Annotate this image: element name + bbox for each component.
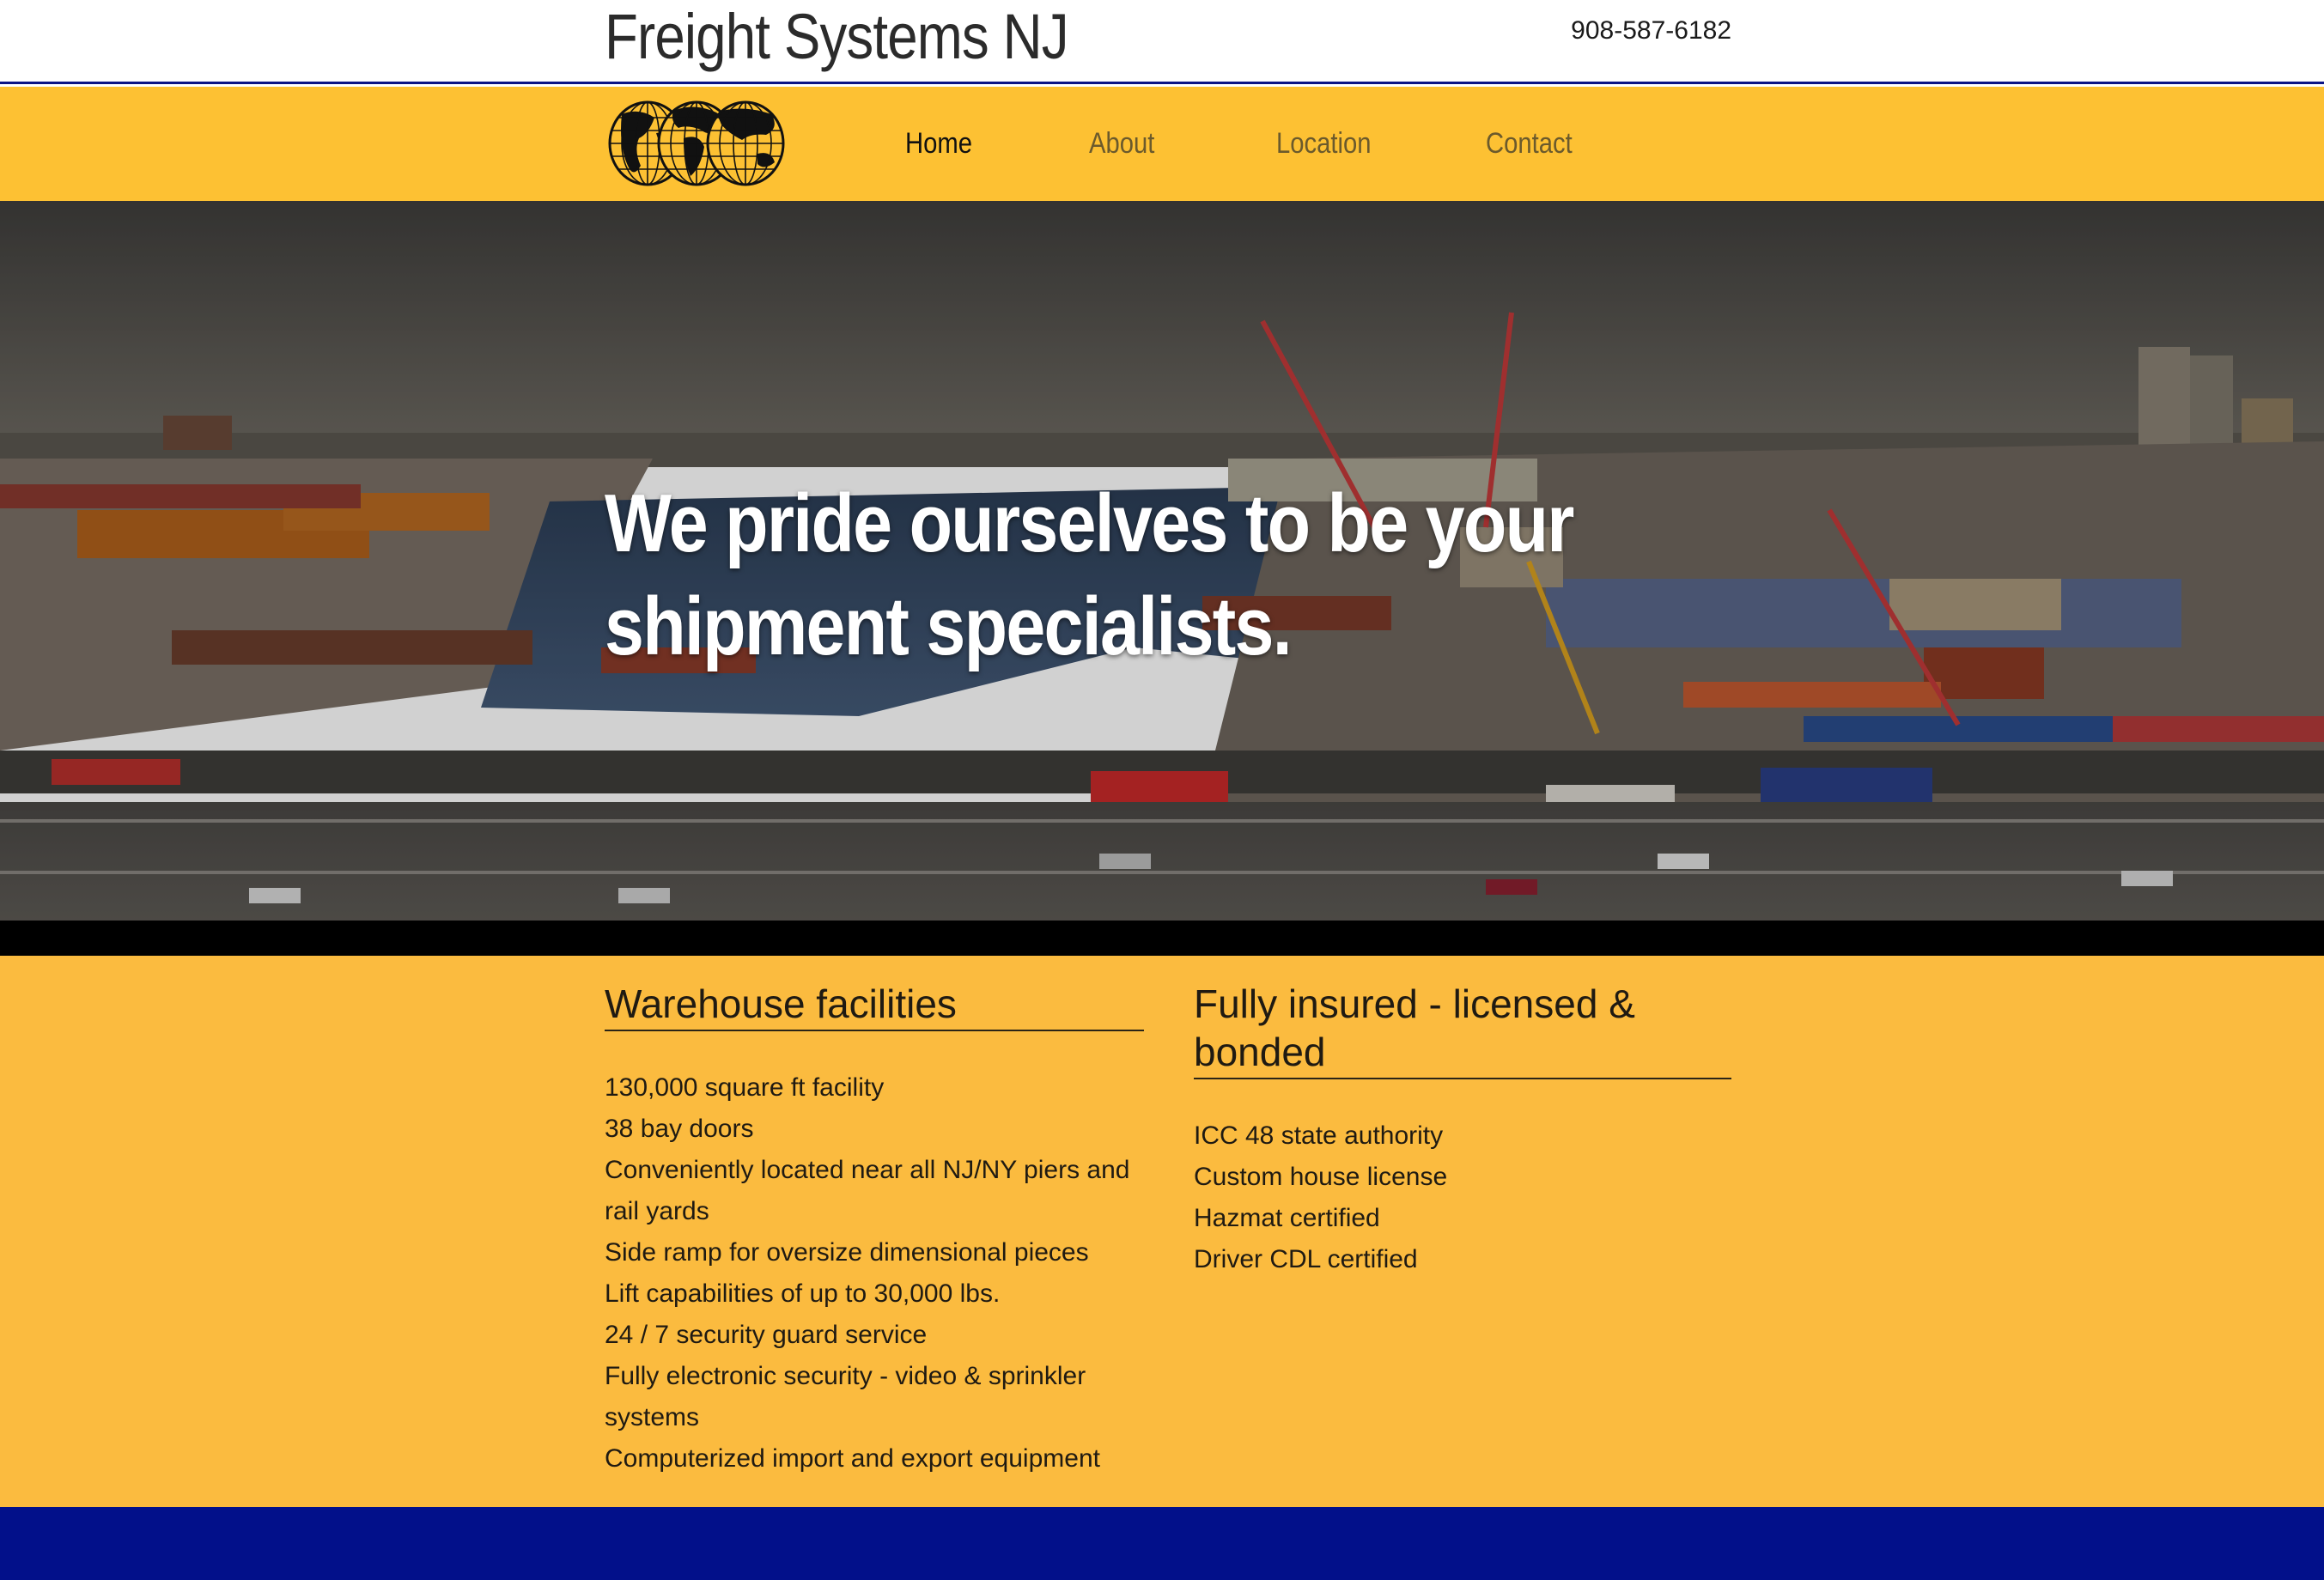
site-title[interactable]: Freight Systems NJ bbox=[605, 2, 1069, 72]
site-header: Freight Systems NJ 908-587-6182 bbox=[0, 0, 2324, 84]
hero-banner: We pride ourselves to be your shipment s… bbox=[0, 201, 2324, 921]
list-item: Conveniently located near all NJ/NY pier… bbox=[605, 1156, 1130, 1225]
nav-item-contact[interactable]: Contact bbox=[1486, 126, 1573, 161]
insured-list: ICC 48 state authority Custom house lice… bbox=[1194, 1115, 1731, 1280]
nav-item-home[interactable]: Home bbox=[905, 126, 972, 161]
hero-divider bbox=[0, 921, 2324, 956]
warehouse-list: 130,000 square ft facility 38 bay doors … bbox=[605, 1067, 1144, 1480]
list-item: ICC 48 state authority bbox=[1194, 1121, 1444, 1150]
nav-item-about[interactable]: About bbox=[1089, 126, 1154, 161]
list-item: Fully electronic security - video & spri… bbox=[605, 1362, 1086, 1431]
list-item: Driver CDL certified bbox=[1194, 1245, 1418, 1273]
warehouse-title: Warehouse facilities bbox=[605, 980, 1144, 1031]
features-section: Warehouse facilities 130,000 square ft f… bbox=[0, 956, 2324, 1507]
globe-logo-icon[interactable] bbox=[605, 99, 788, 188]
warehouse-column: Warehouse facilities 130,000 square ft f… bbox=[605, 980, 1144, 1480]
insured-title: Fully insured - licensed & bonded bbox=[1194, 980, 1731, 1079]
insured-column: Fully insured - licensed & bonded ICC 48… bbox=[1194, 980, 1731, 1280]
list-item: 38 bay doors bbox=[605, 1115, 754, 1143]
list-item: Lift capabilities of up to 30,000 lbs. bbox=[605, 1279, 1001, 1308]
list-item: Side ramp for oversize dimensional piece… bbox=[605, 1238, 1089, 1267]
main-nav: Home About Location Contact bbox=[0, 87, 2324, 201]
list-item: Hazmat certified bbox=[1194, 1204, 1380, 1232]
list-item: Computerized import and export equipment bbox=[605, 1444, 1100, 1473]
site-footer bbox=[0, 1507, 2324, 1580]
list-item: 24 / 7 security guard service bbox=[605, 1321, 928, 1349]
hero-heading: We pride ourselves to be your shipment s… bbox=[605, 477, 1574, 672]
list-item: 130,000 square ft facility bbox=[605, 1073, 885, 1102]
nav-item-location[interactable]: Location bbox=[1276, 126, 1372, 161]
list-item: Custom house license bbox=[1194, 1163, 1448, 1191]
phone-number[interactable]: 908-587-6182 bbox=[1571, 14, 1731, 48]
